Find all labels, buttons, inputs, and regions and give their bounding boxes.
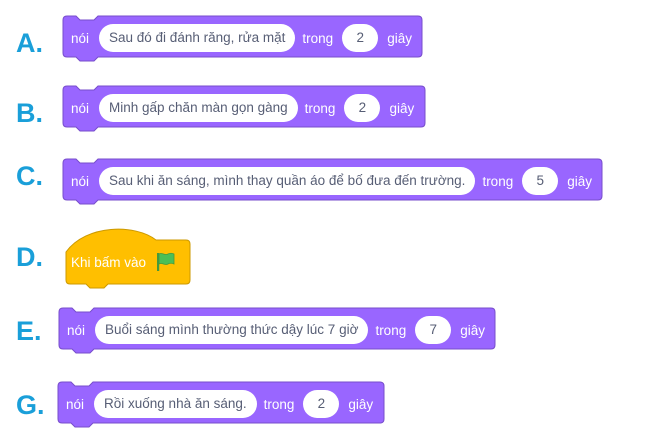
message-input[interactable]: Rồi xuống nhà ăn sáng. <box>94 390 257 418</box>
option-letter: G. <box>16 390 45 420</box>
option-letter: C. <box>16 161 43 191</box>
seconds-input[interactable]: 7 <box>415 316 452 344</box>
seconds-unit: giây <box>387 30 412 46</box>
seconds-input[interactable]: 2 <box>303 390 340 418</box>
green-flag-icon <box>157 252 175 271</box>
say-keyword: nói <box>71 173 90 189</box>
message-input[interactable]: Sau đó đi đánh răng, rửa mặt <box>99 24 296 52</box>
for-keyword: trong <box>375 322 407 338</box>
for-keyword: trong <box>482 173 514 189</box>
seconds-unit: giây <box>460 322 485 338</box>
for-keyword: trong <box>263 396 295 412</box>
say-keyword: nói <box>71 30 90 46</box>
for-keyword: trong <box>302 30 334 46</box>
seconds-unit: giây <box>389 100 415 116</box>
say-for-secs-block[interactable]: nói Rồi xuống nhà ăn sáng. trong 2 giây <box>57 381 386 428</box>
seconds-input[interactable]: 2 <box>344 94 381 122</box>
option-letter: E. <box>16 316 42 346</box>
say-keyword: nói <box>71 100 90 116</box>
message-input[interactable]: Buổi sáng mình thường thức dậy lúc 7 giờ <box>95 316 369 344</box>
say-keyword: nói <box>66 396 85 412</box>
message-input[interactable]: Minh gấp chăn màn gọn gàng <box>99 94 298 122</box>
option-letter: B. <box>16 98 43 128</box>
for-keyword: trong <box>304 100 336 116</box>
say-keyword: nói <box>67 322 86 338</box>
say-for-secs-block[interactable]: nói Minh gấp chăn màn gọn gàng trong 2 g… <box>62 85 427 132</box>
say-for-secs-block[interactable]: nói Sau đó đi đánh răng, rửa mặt trong 2… <box>62 15 424 62</box>
hat-label: Khi bấm vào <box>71 254 147 270</box>
message-input[interactable]: Sau khi ăn sáng, mình thay quần áo để bố… <box>99 167 476 195</box>
when-flag-clicked-block[interactable]: Khi bấm vào <box>64 222 192 290</box>
say-for-secs-block[interactable]: nói Buổi sáng mình thường thức dậy lúc 7… <box>58 307 497 354</box>
seconds-input[interactable]: 2 <box>342 24 379 52</box>
option-letter: A. <box>16 28 43 58</box>
say-for-secs-block[interactable]: nói Sau khi ăn sáng, mình thay quần áo đ… <box>62 158 604 205</box>
seconds-input[interactable]: 5 <box>522 167 559 195</box>
seconds-unit: giây <box>348 396 374 412</box>
option-letter: D. <box>16 242 43 272</box>
seconds-unit: giây <box>567 173 592 189</box>
